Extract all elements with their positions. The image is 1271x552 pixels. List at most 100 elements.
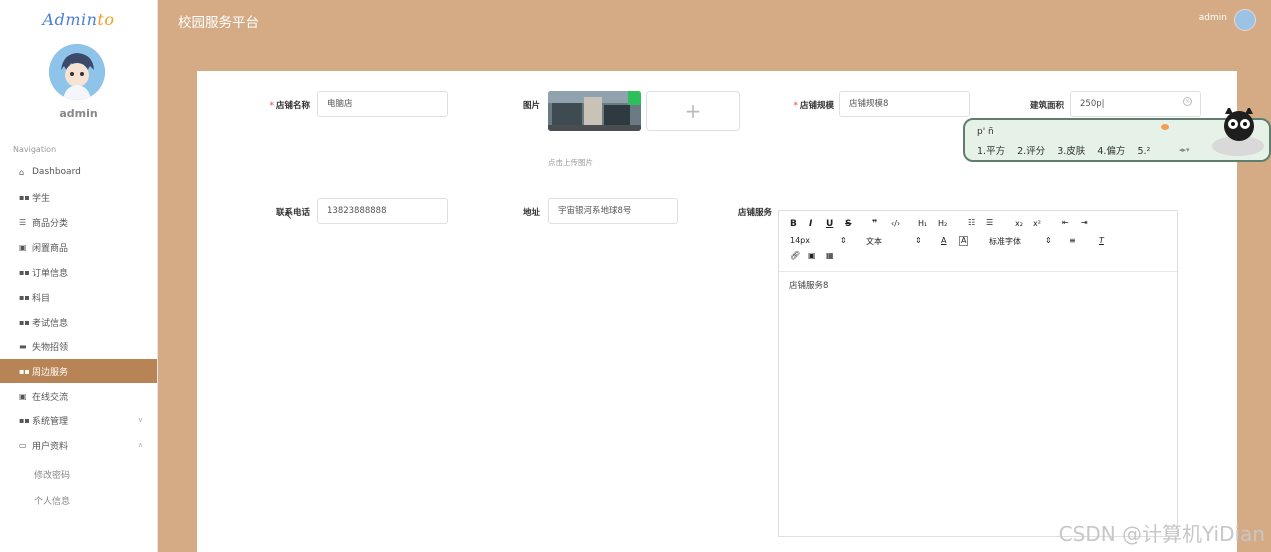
outdent-icon[interactable]: ⇤ (1062, 218, 1069, 227)
shop-name-input[interactable]: 电脑店 (317, 91, 448, 117)
ime-page-arrows-icon[interactable]: ◂▸▾ (1179, 146, 1190, 154)
topbar-avatar[interactable] (1234, 9, 1256, 31)
building-area-input[interactable]: 250p| (1070, 91, 1201, 117)
subscript-icon[interactable]: x₂ (1015, 219, 1023, 228)
card-icon: ▭ (19, 440, 27, 450)
superscript-icon[interactable]: x² (1033, 219, 1041, 228)
sidebar-item-lost-found[interactable]: ▬ 失物招领 (0, 334, 157, 358)
sidebar-item-label: 学生 (32, 193, 51, 204)
shop-scale-input[interactable]: 店铺规模8 (839, 91, 970, 117)
inbox-icon: ▬ (19, 341, 27, 351)
font-family-dropdown-icon[interactable]: ⇕ (1045, 236, 1052, 245)
logo: Adminto (0, 10, 157, 29)
image-icon[interactable]: ▣ (808, 251, 816, 260)
address-input[interactable]: 宇宙银河系地球8号 (548, 198, 678, 224)
sidebar-item-label: 考试信息 (32, 318, 69, 329)
sidebar-item-exams[interactable]: ▪▪ 考试信息 (0, 310, 157, 334)
sidebar: Adminto admin Navigation ⌂ Dashboard ▪▪ 学生… (0, 0, 158, 552)
rich-text-editor: B I U S ❞ ‹/› H₁ H₂ ☷ ☰ x₂ x² ⇤ ⇥ 14px ⇕… (778, 210, 1178, 537)
ime-mascot-icon (1212, 108, 1264, 156)
font-size-select[interactable]: 14px (790, 236, 810, 245)
sidebar-item-label: 科目 (32, 293, 51, 304)
sidebar-subitem-personal-info[interactable]: 个人信息 (34, 494, 70, 507)
nav-header: Navigation (13, 145, 57, 154)
ime-composition: p' ñ (977, 127, 994, 137)
storefront-photo (548, 91, 641, 131)
sidebar-item-label: Dashboard (32, 167, 81, 177)
grid-icon: ▪▪ (19, 192, 30, 202)
ime-candidate[interactable]: 2.评分 (1017, 146, 1045, 157)
header-1-icon[interactable]: H₁ (918, 219, 927, 228)
sidebar-item-label: 系统管理 (32, 416, 69, 427)
ime-candidate[interactable]: 5.² (1137, 146, 1150, 157)
box-icon: ▣ (19, 391, 27, 401)
sidebar-item-students[interactable]: ▪▪ 学生 (0, 185, 157, 209)
phone-label: 联系电话 (275, 208, 310, 218)
scale-label: * 店铺规模 (780, 99, 834, 111)
code-block-icon[interactable]: ‹/› (891, 219, 900, 228)
underline-icon[interactable]: U (826, 219, 833, 229)
area-label: 建筑面积 (1029, 101, 1064, 111)
sidebar-user-name: admin (59, 107, 98, 120)
topbar-user-name[interactable]: admin (1199, 13, 1227, 23)
sidebar-item-nearby-services[interactable]: ▪▪ 周边服务 (0, 359, 157, 383)
editor-toolbar: B I U S ❞ ‹/› H₁ H₂ ☷ ☰ x₂ x² ⇤ ⇥ 14px ⇕… (779, 211, 1177, 272)
link-icon[interactable]: 🔗︎ (790, 251, 800, 260)
video-icon[interactable]: ▦ (826, 251, 834, 260)
image-label: 图片 (522, 101, 540, 111)
required-mark: * (793, 101, 798, 111)
phone-input[interactable]: 13823888888 (317, 198, 448, 224)
ime-candidate[interactable]: 1.平方 (977, 146, 1005, 157)
blockquote-icon[interactable]: ❞ (872, 219, 877, 229)
font-family-select[interactable]: 标准字体 (989, 236, 1021, 247)
sidebar-item-idle-goods[interactable]: ▣ 闲置商品 (0, 235, 157, 259)
sidebar-item-label: 商品分类 (32, 218, 69, 229)
strikethrough-icon[interactable]: S (845, 219, 851, 229)
align-icon[interactable]: ≡ (1069, 236, 1076, 245)
header-2-icon[interactable]: H₂ (938, 219, 947, 228)
logo-main: Admin (42, 10, 98, 29)
italic-icon[interactable]: I (809, 219, 812, 229)
uploaded-image-thumbnail[interactable] (548, 91, 641, 131)
sidebar-item-system-management[interactable]: ▪▪ 系统管理 ∨ (0, 408, 157, 432)
text-type-dropdown-icon[interactable]: ⇕ (915, 236, 922, 245)
font-size-dropdown-icon[interactable]: ⇕ (840, 236, 847, 245)
text-type-select[interactable]: 文本 (866, 236, 882, 247)
logo-accent: to (97, 10, 115, 29)
ime-candidate[interactable]: 3.皮肤 (1057, 146, 1085, 157)
grid-icon: ▪▪ (19, 267, 30, 277)
sidebar-item-product-category[interactable]: ☰ 商品分类 (0, 210, 157, 234)
editor-content[interactable]: 店铺服务8 (789, 279, 828, 291)
mouse-cursor-icon: ↖ (284, 211, 293, 222)
sidebar-item-label: 周边服务 (32, 367, 69, 378)
grid-icon: ▪▪ (19, 415, 30, 425)
sidebar-item-label: 订单信息 (32, 268, 69, 279)
upload-image-button[interactable]: + (646, 91, 740, 131)
sidebar-item-online-chat[interactable]: ▣ 在线交流 (0, 384, 157, 408)
sidebar-subitem-change-password[interactable]: 修改密码 (34, 468, 70, 481)
sidebar-item-subjects[interactable]: ▪▪ 科目 (0, 285, 157, 309)
ordered-list-icon[interactable]: ☷ (968, 218, 975, 227)
sidebar-item-user-profile[interactable]: ▭ 用户资料 ∧ (0, 433, 157, 457)
grid-icon: ▪▪ (19, 292, 30, 302)
ime-candidate[interactable]: 4.偏方 (1097, 146, 1125, 157)
sidebar-item-label: 在线交流 (32, 392, 69, 403)
sidebar-item-label: 闲置商品 (32, 243, 69, 254)
font-color-icon[interactable]: A (941, 236, 946, 245)
chevron-up-icon: ∧ (137, 441, 143, 449)
bullet-list-icon[interactable]: ☰ (986, 218, 993, 227)
sidebar-item-orders[interactable]: ▪▪ 订单信息 (0, 260, 157, 284)
background-color-icon[interactable]: A (959, 236, 969, 246)
ime-eye-icon (1161, 124, 1169, 130)
avatar[interactable] (49, 44, 105, 100)
clear-format-icon[interactable]: T (1099, 236, 1104, 245)
required-mark: * (269, 101, 274, 111)
clear-icon[interactable]: × (1183, 97, 1192, 106)
grid-icon: ▪▪ (19, 317, 30, 327)
avatar-illustration (49, 44, 105, 100)
indent-icon[interactable]: ⇥ (1081, 218, 1088, 227)
bold-icon[interactable]: B (790, 219, 797, 229)
watermark: CSDN @计算机YiDian (1058, 522, 1265, 546)
sidebar-item-dashboard[interactable]: ⌂ Dashboard (0, 160, 157, 184)
list-icon: ☰ (19, 217, 27, 227)
